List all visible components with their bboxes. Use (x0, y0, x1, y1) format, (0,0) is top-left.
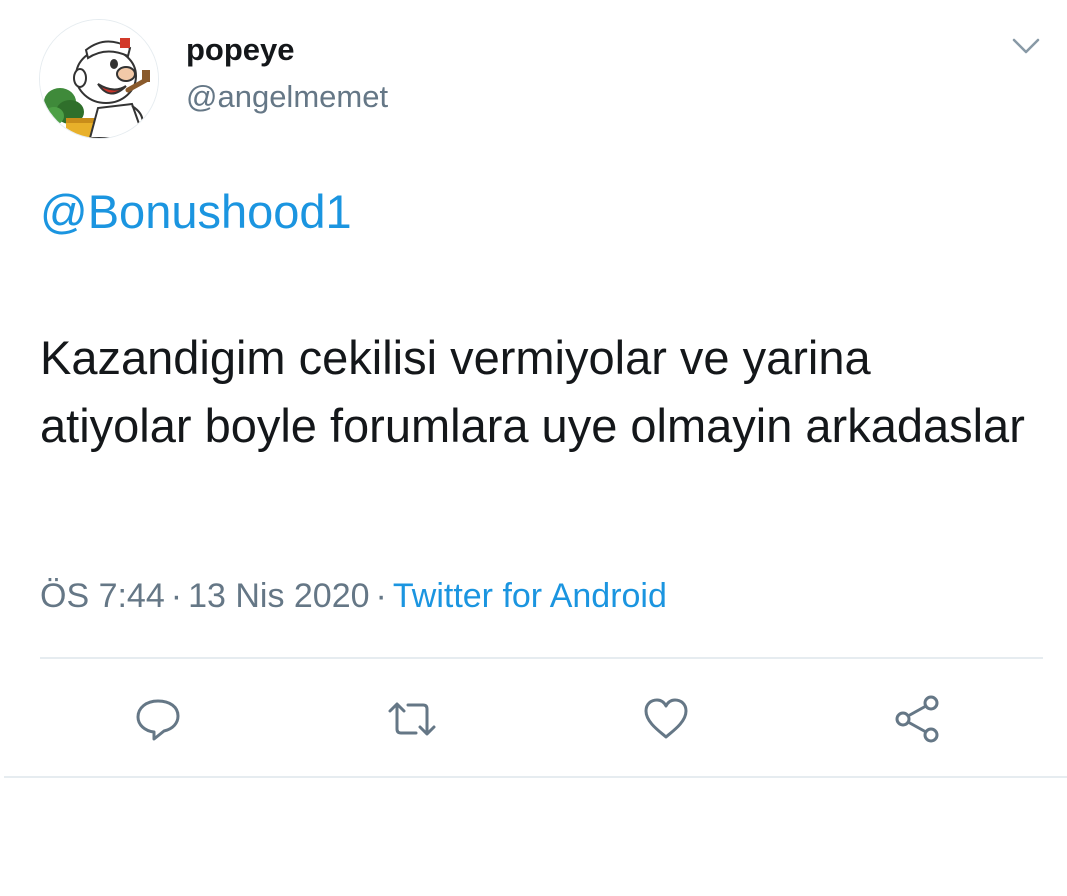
reply-icon (136, 699, 180, 741)
tweet-detail: popeye @angelmemet @Bonushood1 Kazandigi… (0, 0, 1067, 896)
user-handle[interactable]: @angelmemet (186, 77, 388, 117)
avatar[interactable] (40, 20, 158, 138)
retweet-button[interactable] (386, 693, 438, 745)
display-name[interactable]: popeye (186, 30, 295, 70)
heart-icon (644, 698, 688, 739)
share-button[interactable] (891, 693, 943, 745)
chevron-down-icon (1012, 38, 1040, 54)
tweet-meta: ÖS 7:44 · 13 Nis 2020 · Twitter for Android (40, 574, 667, 618)
reply-button[interactable] (132, 693, 184, 745)
tweet-source-link[interactable]: Twitter for Android (393, 577, 667, 615)
meta-separator: · (170, 577, 183, 615)
mention-link[interactable]: @Bonushood1 (40, 182, 352, 242)
tweet-text: Kazandigim cekilisi vermiyolar ve yarina… (40, 331, 1025, 452)
popeye-avatar-icon (40, 20, 158, 138)
retweet-icon (388, 702, 436, 736)
tweet-date[interactable]: 13 Nis 2020 (188, 577, 369, 615)
like-button[interactable] (640, 693, 692, 745)
share-icon (895, 695, 939, 743)
meta-separator: · (375, 577, 387, 615)
tweet-menu-button[interactable] (1006, 30, 1046, 62)
tweet-time: ÖS 7:44 (40, 577, 165, 615)
divider (40, 657, 1043, 659)
divider (4, 776, 1067, 778)
